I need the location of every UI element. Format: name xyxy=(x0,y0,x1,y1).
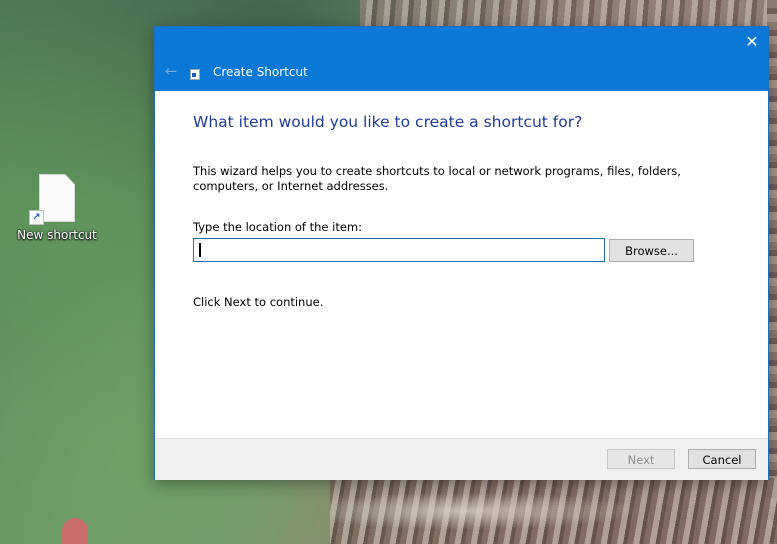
desktop: ↗ New shortcut ✕ ← Create Shortcut What … xyxy=(0,0,777,544)
continue-instruction: Click Next to continue. xyxy=(193,295,324,309)
create-shortcut-dialog: ✕ ← Create Shortcut What item would you … xyxy=(154,26,769,480)
wizard-description: This wizard helps you to create shortcut… xyxy=(193,164,681,193)
back-arrow-icon[interactable]: ← xyxy=(161,61,181,81)
close-button[interactable]: ✕ xyxy=(736,27,768,57)
desktop-icon-new-shortcut[interactable]: ↗ New shortcut xyxy=(17,174,97,242)
window-title: Create Shortcut xyxy=(213,65,308,79)
next-button[interactable]: Next xyxy=(607,449,675,469)
shortcut-arrow-icon: ↗ xyxy=(29,210,44,225)
cancel-button[interactable]: Cancel xyxy=(688,449,756,469)
location-input[interactable] xyxy=(193,238,605,262)
blank-file-icon xyxy=(39,174,75,222)
button-footer: Next Cancel xyxy=(155,438,768,480)
location-label: Type the location of the item: xyxy=(193,220,363,234)
desktop-icon-label: New shortcut xyxy=(17,228,97,242)
shortcut-app-icon xyxy=(190,69,200,80)
wallpaper-bark-bottom xyxy=(330,478,777,544)
browse-button[interactable]: Browse... xyxy=(609,239,694,262)
text-caret xyxy=(199,243,201,257)
wallpaper-flower xyxy=(62,518,88,544)
page-heading: What item would you like to create a sho… xyxy=(193,113,583,131)
wallpaper-bark-top xyxy=(360,0,777,27)
title-bar: ✕ ← Create Shortcut xyxy=(155,27,768,91)
